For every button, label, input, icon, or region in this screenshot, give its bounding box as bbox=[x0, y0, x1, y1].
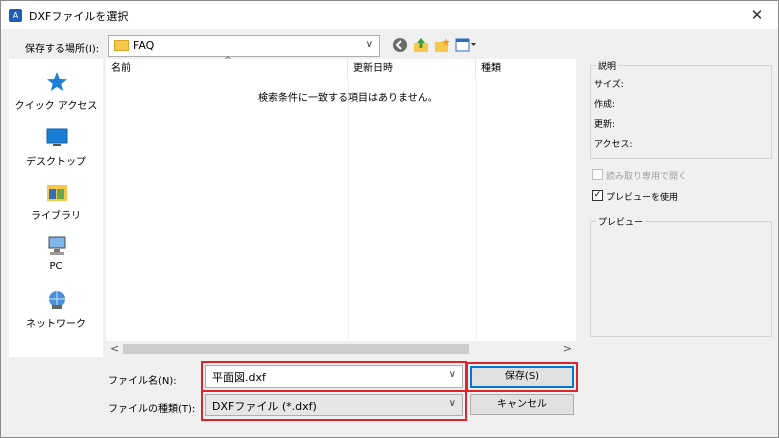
column-header-modified[interactable]: 更新日時 bbox=[348, 59, 476, 79]
updated-label: 更新: bbox=[594, 120, 616, 130]
filename-input[interactable]: 平面図.dxf ∨ bbox=[205, 365, 463, 388]
chevron-down-icon[interactable]: ∨ bbox=[449, 369, 456, 380]
folder-icon bbox=[114, 40, 129, 51]
column-header-type[interactable]: 種類 bbox=[476, 59, 576, 79]
readonly-label: 読み取り専用で開く bbox=[606, 172, 688, 182]
info-group-title: 説明 bbox=[596, 59, 619, 72]
scroll-left-icon[interactable]: < bbox=[110, 342, 119, 355]
location-combobox[interactable]: FAQ ∨ bbox=[108, 35, 380, 57]
place-library[interactable]: ライブラリ bbox=[9, 179, 103, 229]
title-bar: A DXFファイルを選択 ✕ bbox=[1, 1, 778, 29]
app-icon: A bbox=[9, 9, 22, 22]
filetype-select[interactable]: DXFファイル (*.dxf) ∨ bbox=[205, 394, 463, 416]
chevron-down-icon[interactable]: ∨ bbox=[449, 398, 456, 409]
empty-message: 検索条件に一致する項目はありません。 bbox=[258, 93, 438, 104]
view-menu-icon[interactable] bbox=[455, 37, 477, 53]
network-icon bbox=[49, 291, 65, 309]
place-network[interactable]: ネットワーク bbox=[9, 287, 103, 337]
back-icon[interactable] bbox=[392, 37, 408, 53]
access-label: アクセス: bbox=[594, 140, 633, 150]
close-icon[interactable]: ✕ bbox=[742, 3, 772, 27]
scrollbar-thumb[interactable] bbox=[123, 344, 469, 354]
preview-group-title: プレビュー bbox=[596, 215, 646, 228]
use-preview-label: プレビューを使用 bbox=[606, 193, 679, 203]
location-value: FAQ bbox=[133, 39, 155, 52]
filetype-label: ファイルの種類(T): bbox=[108, 404, 196, 415]
size-label: サイズ: bbox=[594, 80, 624, 90]
place-label: ライブラリ bbox=[31, 211, 81, 222]
readonly-checkbox[interactable] bbox=[592, 169, 603, 180]
filetype-value: DXFファイル (*.dxf) bbox=[212, 400, 317, 413]
cancel-button[interactable]: キャンセル bbox=[470, 394, 574, 415]
place-quick-access[interactable]: クイック アクセス bbox=[9, 69, 103, 119]
sort-ascending-icon: ^ bbox=[224, 56, 232, 66]
library-icon bbox=[47, 185, 67, 201]
chevron-down-icon: ∨ bbox=[365, 39, 373, 50]
desktop-icon bbox=[46, 128, 68, 146]
save-button[interactable]: 保存(S) bbox=[470, 366, 574, 388]
places-bar: クイック アクセス デスクトップ ライブラリ PC ネットワーク bbox=[9, 59, 103, 357]
place-desktop[interactable]: デスクトップ bbox=[9, 125, 103, 175]
pc-icon bbox=[48, 236, 66, 255]
file-dialog-window: A DXFファイルを選択 ✕ 保存する場所(I): FAQ ∨ クイック アクセ… bbox=[0, 0, 779, 438]
place-label: PC bbox=[49, 261, 63, 272]
use-preview-checkbox[interactable]: ✓ bbox=[592, 190, 603, 201]
scroll-right-icon[interactable]: > bbox=[563, 342, 572, 355]
window-title: DXFファイルを選択 bbox=[29, 10, 129, 23]
filename-label: ファイル名(N): bbox=[108, 376, 177, 387]
filename-value: 平面図.dxf bbox=[212, 371, 266, 384]
horizontal-scrollbar[interactable]: < > bbox=[106, 341, 576, 357]
column-divider bbox=[348, 79, 349, 341]
save-in-label: 保存する場所(I): bbox=[25, 44, 100, 55]
column-divider bbox=[476, 79, 477, 341]
place-label: デスクトップ bbox=[26, 157, 86, 168]
preview-group bbox=[590, 221, 772, 337]
place-label: ネットワーク bbox=[26, 319, 86, 330]
created-label: 作成: bbox=[594, 100, 616, 110]
place-label: クイック アクセス bbox=[14, 101, 98, 112]
new-folder-icon[interactable] bbox=[434, 37, 450, 53]
up-folder-icon[interactable] bbox=[413, 37, 429, 53]
place-pc[interactable]: PC bbox=[9, 233, 103, 283]
file-list[interactable]: 名前 ^ 更新日時 種類 検索条件に一致する項目はありません。 < > bbox=[106, 56, 576, 357]
star-icon bbox=[47, 72, 67, 91]
